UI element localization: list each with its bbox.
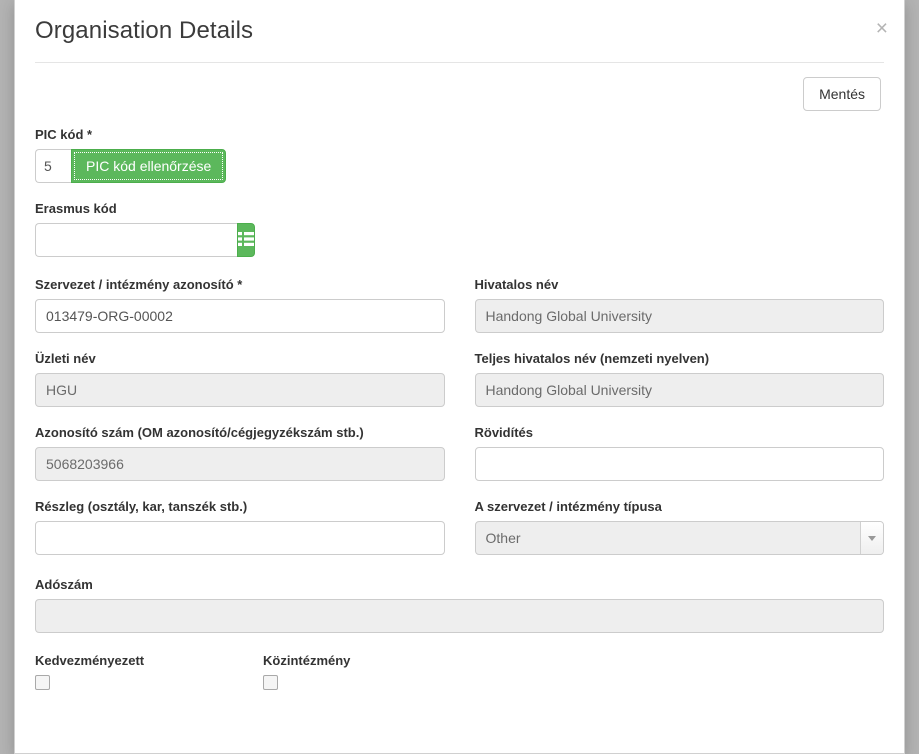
field-abbreviation: Rövidítés (474, 425, 884, 481)
abbreviation-input[interactable] (474, 447, 884, 481)
field-label-erasmus-code: Erasmus kód (35, 201, 117, 216)
erasmus-input-group (35, 223, 255, 257)
chevron-down-icon[interactable] (860, 522, 883, 554)
field-official-name: Hivatalos név (474, 277, 884, 333)
organisation-type-select[interactable]: Other (474, 521, 884, 555)
verify-pic-code-button[interactable]: PIC kód ellenőrzése (71, 149, 227, 183)
department-input[interactable] (35, 521, 445, 555)
field-organisation-type: A szervezet / intézmény típusa Other (474, 499, 884, 555)
official-name-input (474, 299, 884, 333)
field-pic-code: PIC kód * PIC kód ellenőrzése (35, 127, 884, 183)
id-number-input (35, 447, 445, 481)
save-button[interactable]: Mentés (803, 77, 881, 111)
pic-input-group: PIC kód ellenőrzése (35, 149, 884, 183)
close-icon[interactable]: × (876, 18, 888, 39)
tax-number-input (35, 599, 884, 633)
organisation-id-input[interactable] (35, 299, 445, 333)
field-label-full-official-name: Teljes hivatalos név (nemzeti nyelven) (474, 351, 710, 366)
field-public-institution: Közintézmény (263, 653, 491, 690)
full-official-name-input (474, 373, 884, 407)
field-label-business-name: Üzleti név (35, 351, 96, 366)
field-label-department: Részleg (osztály, kar, tanszék stb.) (35, 499, 248, 514)
pic-code-input[interactable] (35, 149, 71, 183)
field-erasmus-code: Erasmus kód (35, 201, 884, 257)
field-label-beneficiary: Kedvezményezett (35, 653, 145, 668)
form-row: Üzleti név Teljes hivatalos név (nemzeti… (35, 351, 884, 407)
label-text: Szervezet / intézmény azonosító (35, 277, 234, 292)
page-title: Organisation Details (35, 17, 254, 44)
field-beneficiary: Kedvezményezett (35, 653, 263, 690)
dialog-header: Organisation Details × (15, 0, 904, 54)
field-label-organisation-type: A szervezet / intézmény típusa (474, 499, 662, 514)
required-marker: * (237, 277, 243, 292)
business-name-input (35, 373, 445, 407)
field-business-name: Üzleti név (35, 351, 445, 407)
field-label-tax-number: Adószám (35, 577, 93, 592)
field-label-public-institution: Közintézmény (263, 653, 351, 668)
field-organisation-id: Szervezet / intézmény azonosító * (35, 277, 445, 333)
field-label-organisation-id: Szervezet / intézmény azonosító * (35, 277, 445, 293)
erasmus-code-input[interactable] (35, 223, 237, 257)
beneficiary-checkbox[interactable] (35, 675, 50, 690)
field-full-official-name: Teljes hivatalos név (nemzeti nyelven) (474, 351, 884, 407)
form-row: Azonosító szám (OM azonosító/cégjegyzéks… (35, 425, 884, 481)
organisation-details-dialog: Organisation Details × Mentés PIC kód * … (14, 0, 905, 754)
form-row: Részleg (osztály, kar, tanszék stb.) A s… (35, 499, 884, 555)
field-department: Részleg (osztály, kar, tanszék stb.) (35, 499, 445, 555)
public-institution-checkbox[interactable] (263, 675, 278, 690)
field-label-pic-code: PIC kód * (35, 127, 884, 143)
backdrop-overlay-right (905, 0, 919, 754)
backdrop-overlay-left (0, 0, 14, 754)
required-marker: * (87, 127, 93, 142)
checkbox-group: Kedvezményezett Közintézmény (35, 653, 884, 690)
field-tax-number: Adószám (35, 577, 884, 633)
field-label-official-name: Hivatalos név (474, 277, 559, 292)
label-text: PIC kód (35, 127, 84, 142)
form-row: Szervezet / intézmény azonosító * Hivata… (35, 277, 884, 333)
organisation-type-value: Other (474, 521, 884, 555)
field-label-abbreviation: Rövidítés (474, 425, 534, 440)
field-id-number: Azonosító szám (OM azonosító/cégjegyzéks… (35, 425, 445, 481)
toolbar: Mentés (35, 63, 884, 111)
dialog-body: Mentés PIC kód * PIC kód ellenőrzése Era… (15, 63, 904, 690)
erasmus-lookup-button[interactable] (237, 223, 255, 257)
field-label-id-number: Azonosító szám (OM azonosító/cégjegyzéks… (35, 425, 364, 440)
list-icon (238, 231, 254, 249)
